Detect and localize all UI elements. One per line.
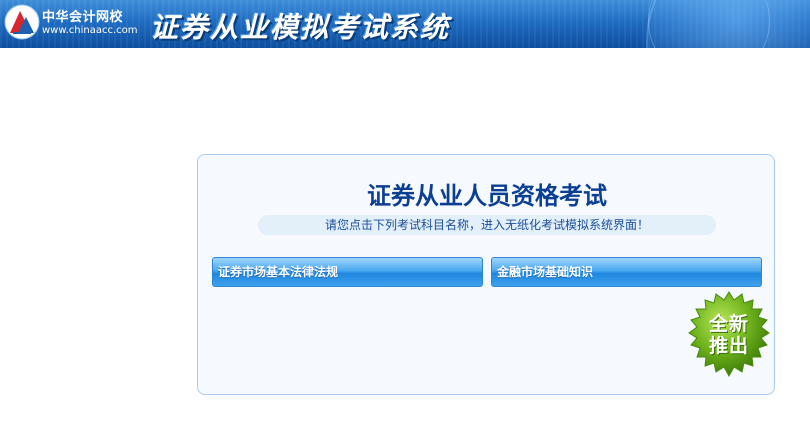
globe-ring-decoration (648, 0, 770, 48)
chinaacc-logo-icon[interactable] (4, 3, 40, 41)
subject-button-law[interactable]: 证券市场基本法律法规 (212, 257, 483, 287)
header-banner: 中华会计网校 www.chinaacc.com 证券从业模拟考试系统 (0, 0, 810, 48)
instruction-notice: 请您点击下列考试科目名称，进入无纸化考试模拟系统界面！ (258, 215, 716, 235)
page-title: 证券从业人员资格考试 (367, 182, 607, 210)
badge-line-1: 全新 (708, 313, 749, 335)
system-title: 证券从业模拟考试系统 (150, 11, 451, 44)
logo-url: www.chinaacc.com (42, 25, 138, 36)
subject-button-finance[interactable]: 金融市场基础知识 (491, 257, 762, 287)
badge-line-2: 推出 (708, 335, 749, 357)
new-badge-text: 全新 推出 (697, 313, 761, 357)
logo-name: 中华会计网校 (42, 10, 124, 25)
